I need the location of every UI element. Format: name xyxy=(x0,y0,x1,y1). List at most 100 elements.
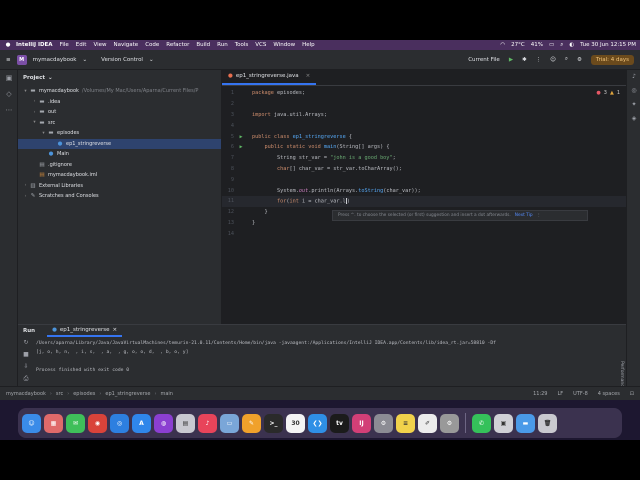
code-line[interactable]: 10 System.out.println(Arrays.toString(ch… xyxy=(222,185,626,196)
close-icon[interactable]: × xyxy=(306,73,311,79)
indent-setting[interactable]: 4 spaces xyxy=(598,391,620,397)
code-line[interactable]: 3 import java.util.Arrays; xyxy=(222,110,626,121)
run-tab[interactable]: ● ep1_stringreverse × xyxy=(47,325,123,337)
project-panel-title[interactable]: Project xyxy=(23,75,45,81)
stop-icon[interactable]: ■ xyxy=(18,349,34,361)
line-number[interactable]: 1 xyxy=(222,90,236,96)
tree-item[interactable]: › ▬ .idea xyxy=(18,97,221,108)
calendar-app-icon[interactable]: ▤ xyxy=(176,413,195,433)
vcs-selector[interactable]: Version Control xyxy=(101,57,143,63)
preview-icon[interactable]: ▭ xyxy=(220,413,239,433)
menu-vcs[interactable]: VCS xyxy=(255,42,266,48)
battery-text[interactable]: 41% xyxy=(531,42,543,48)
hamburger-menu-icon[interactable]: ≡ xyxy=(6,57,11,63)
commit-tool-icon[interactable]: ◇ xyxy=(0,86,18,102)
line-number[interactable]: 7 xyxy=(222,155,236,161)
more-actions-icon[interactable]: ⋮ xyxy=(536,57,542,63)
chrome-icon[interactable]: ◉ xyxy=(88,413,107,433)
line-number[interactable]: 6 xyxy=(222,144,236,150)
breadcrumb-item[interactable]: main xyxy=(160,391,173,397)
settings-2-icon[interactable]: ⚙ xyxy=(440,413,459,433)
profile-icon[interactable]: ☺ xyxy=(550,57,556,63)
code-line[interactable]: 9 xyxy=(222,174,626,185)
podcasts-icon[interactable]: ◍ xyxy=(154,413,173,433)
code-line[interactable]: 2 xyxy=(222,99,626,110)
vscode-icon[interactable]: ❮❯ xyxy=(308,413,327,433)
datetime-text[interactable]: Tue 30 Jun 12:15 PM xyxy=(580,42,636,48)
finder-icon[interactable]: ☺ xyxy=(22,413,41,433)
tree-item[interactable]: ▤ .gitignore xyxy=(18,160,221,171)
breadcrumb-item[interactable]: episodes xyxy=(73,391,95,397)
structure-tool-icon[interactable]: ⋯ xyxy=(0,102,18,118)
code-line[interactable]: 1 package episodes; xyxy=(222,88,626,99)
messages-icon[interactable]: ✉ xyxy=(66,413,85,433)
menu-tools[interactable]: Tools xyxy=(235,42,249,48)
chevron-icon[interactable]: ▾ xyxy=(22,89,29,94)
line-number[interactable]: 5 xyxy=(222,134,236,140)
project-selector[interactable]: mymacdaybook xyxy=(33,57,77,63)
battery-icon[interactable]: ▭ xyxy=(549,42,554,48)
line-number[interactable]: 13 xyxy=(222,220,236,226)
more-icon[interactable]: ⋮ xyxy=(537,213,541,218)
code-line[interactable]: 4 xyxy=(222,120,626,131)
tree-item[interactable]: ● ep1_stringreverse xyxy=(18,138,221,149)
next-tip-link[interactable]: Next Tip xyxy=(515,213,533,218)
settings-gear-icon[interactable]: ⚙ xyxy=(577,57,582,63)
menu-help[interactable]: Help xyxy=(302,42,315,48)
trash-icon[interactable]: 🗑 xyxy=(538,413,557,433)
line-number[interactable]: 9 xyxy=(222,177,236,183)
code-line[interactable]: 14 xyxy=(222,228,626,239)
tree-item[interactable]: › ▬ out xyxy=(18,107,221,118)
code-line[interactable]: 6 ▶ public static void main(String[] args… xyxy=(222,142,626,153)
textedit-icon[interactable]: ✐ xyxy=(418,413,437,433)
run-config-selector[interactable]: Current File xyxy=(468,57,500,63)
breadcrumb-item[interactable]: mymacdaybook xyxy=(6,391,46,397)
run-button[interactable]: ▶ xyxy=(509,57,513,63)
line-separator[interactable]: LF xyxy=(558,391,564,397)
run-gutter-icon[interactable]: ▶ xyxy=(236,134,246,140)
chevron-icon[interactable]: › xyxy=(31,110,38,115)
tree-item[interactable]: › ✎ Scratches and Consoles xyxy=(18,191,221,202)
breadcrumb-item[interactable]: src xyxy=(56,391,63,397)
line-number[interactable]: 8 xyxy=(222,166,236,172)
chevron-icon[interactable]: › xyxy=(31,99,38,104)
chevron-icon[interactable]: › xyxy=(22,194,29,199)
run-gutter-icon[interactable]: ▶ xyxy=(236,144,246,150)
menu-edit[interactable]: Edit xyxy=(76,42,87,48)
print-icon[interactable]: ⎙ xyxy=(18,373,34,385)
menu-refactor[interactable]: Refactor xyxy=(166,42,189,48)
menu-file[interactable]: File xyxy=(60,42,69,48)
notes-icon[interactable]: ≡ xyxy=(396,413,415,433)
line-number[interactable]: 14 xyxy=(222,231,236,237)
breadcrumb-item[interactable]: ep1_stringreverse xyxy=(105,391,150,397)
menu-run[interactable]: Run xyxy=(217,42,228,48)
tree-item[interactable]: ▾ ▬ src xyxy=(18,118,221,129)
menu-intellij-idea[interactable]: IntelliJ IDEA xyxy=(16,42,53,48)
close-icon[interactable]: × xyxy=(112,327,117,333)
search-everywhere-icon[interactable]: ⌕ xyxy=(565,56,568,63)
code-line[interactable]: 7 String str_var = "john is a good boy"; xyxy=(222,153,626,164)
project-badge[interactable]: M xyxy=(16,54,27,65)
database-icon[interactable]: ◎ xyxy=(627,84,640,98)
menu-view[interactable]: View xyxy=(93,42,106,48)
pages-icon[interactable]: ✎ xyxy=(242,413,261,433)
screen-capture-icon[interactable]: ▣ xyxy=(494,413,513,433)
menu-code[interactable]: Code xyxy=(145,42,159,48)
intellij-icon[interactable]: IJ xyxy=(352,413,371,433)
debug-button[interactable]: ✱ xyxy=(522,57,527,63)
code-line[interactable]: 5 ▶ public class ep1_stringreverse { xyxy=(222,131,626,142)
tree-item[interactable]: ▤ mymacdaybook.iml xyxy=(18,170,221,181)
tree-item[interactable]: ▾ ▬ mymacdaybook/Volumes/My Mac/Users/Apar… xyxy=(18,86,221,97)
launchpad-icon[interactable]: ▦ xyxy=(44,413,63,433)
apple-tv-icon[interactable]: tv xyxy=(330,413,349,433)
control-center-icon[interactable]: ◐ xyxy=(569,42,574,48)
tree-item[interactable]: ● Main xyxy=(18,149,221,160)
safari-icon[interactable]: ◎ xyxy=(110,413,129,433)
line-number[interactable]: 10 xyxy=(222,188,236,194)
chevron-icon[interactable]: ▾ xyxy=(31,120,38,125)
menu-window[interactable]: Window xyxy=(273,42,295,48)
line-number[interactable]: 2 xyxy=(222,101,236,107)
scroll-end-icon[interactable]: ⇩ xyxy=(18,361,34,373)
rerun-icon[interactable]: ↻ xyxy=(18,337,34,349)
editor-tab[interactable]: ● ep1_stringreverse.java × xyxy=(222,69,317,85)
